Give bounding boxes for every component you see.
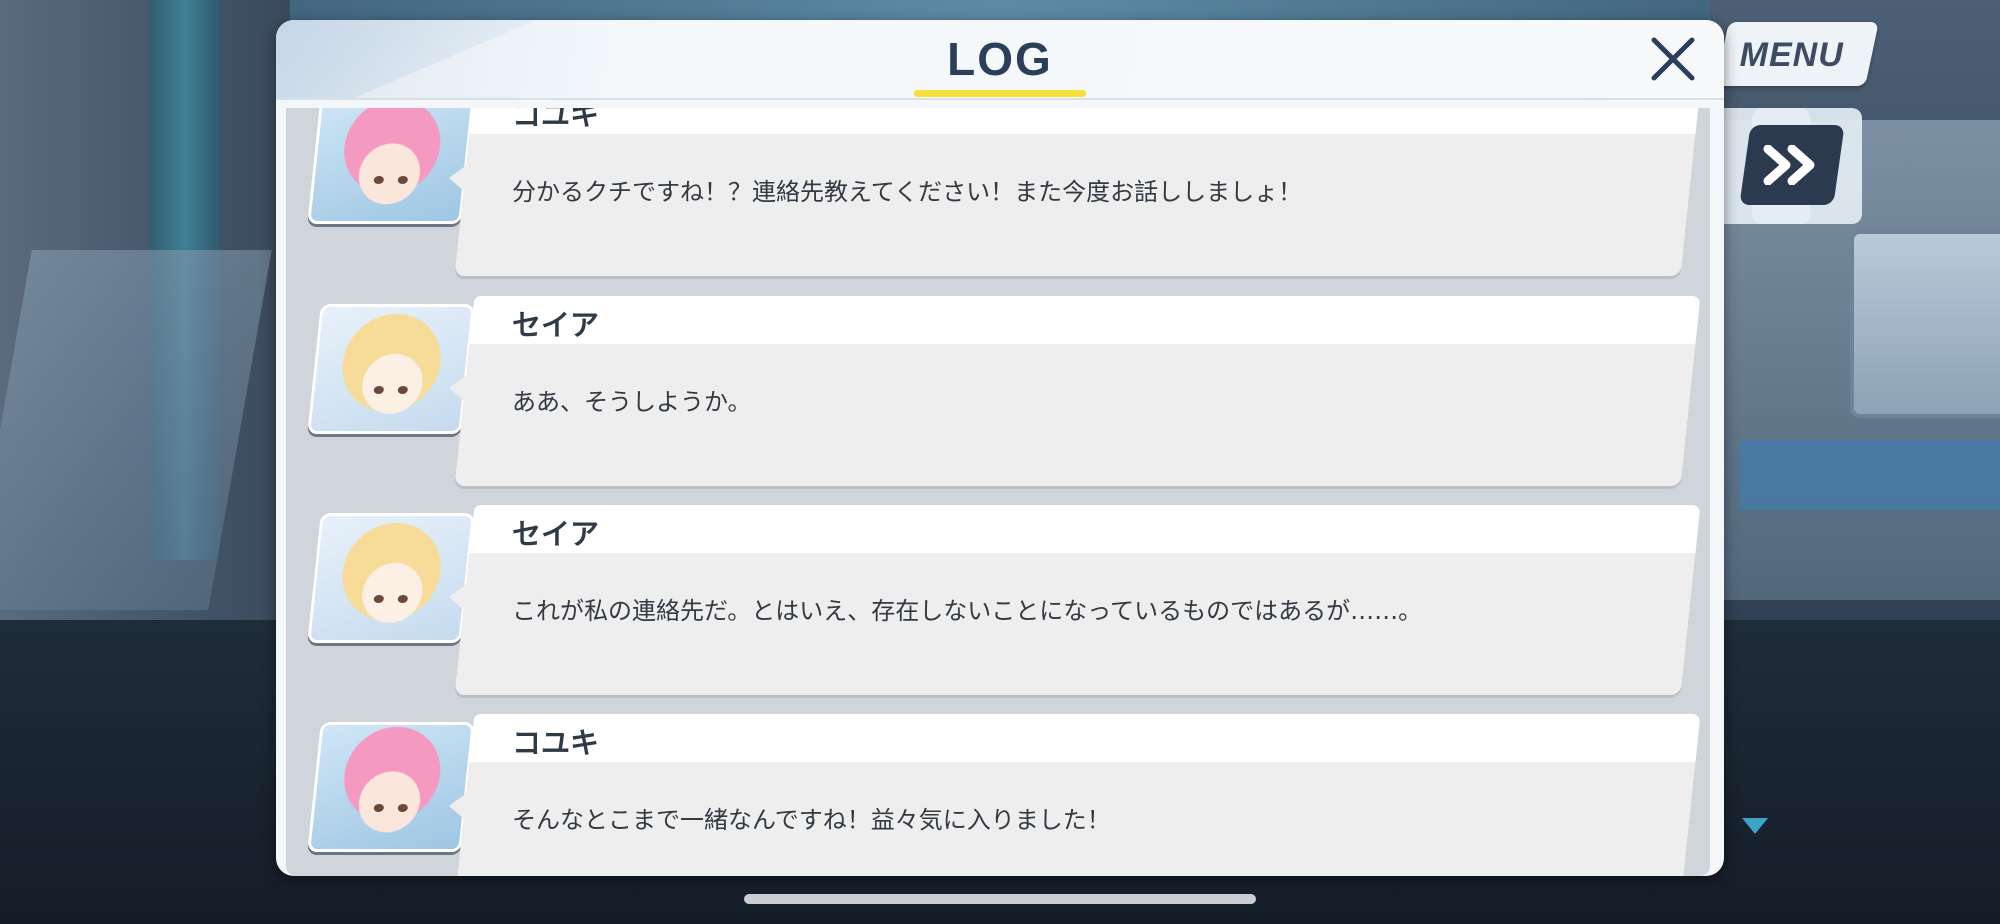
triangle-down-icon <box>1742 818 1768 834</box>
seia-portrait <box>307 304 475 434</box>
title-underline <box>914 90 1086 97</box>
log-entry: コユキ そんなとこまで一緒なんですね！益々気に入りました！ <box>286 714 1710 876</box>
log-title: LOG <box>947 33 1053 85</box>
home-indicator[interactable] <box>744 894 1256 904</box>
log-entry: セイア ああ、そうしようか。 <box>286 296 1710 506</box>
name-bar <box>469 714 1701 762</box>
right-screen <box>1850 230 2000 418</box>
seia-portrait <box>307 513 475 643</box>
fast-forward-button[interactable] <box>1739 125 1845 205</box>
speaker-name: コユキ <box>512 726 600 760</box>
dialogue-text: ああ、そうしようか。 <box>512 388 752 416</box>
dialogue-text: 分かるクチですね！？連絡先教えてください！また今度お話ししましょ！ <box>512 178 1303 206</box>
dialogue-text: そんなとこまで一緒なんですね！益々気に入りました！ <box>512 806 1111 834</box>
speaker-name: セイア <box>512 308 600 342</box>
log-entry: セイア これが私の連絡先だ。とはいえ、存在しないことになっているものではあるが…… <box>286 505 1710 715</box>
log-panel: LOG コユキ 分かるクチですね！？連絡先教えてください！また今度お話ししましょ… <box>276 20 1724 876</box>
log-header: LOG <box>276 20 1724 100</box>
log-entry: コユキ 分かるクチですね！？連絡先教えてください！また今度お話ししましょ！ <box>286 108 1710 296</box>
koyuki-portrait <box>307 722 475 852</box>
speaker-name: コユキ <box>512 108 600 132</box>
double-chevron-right-icon <box>1763 145 1815 185</box>
dialogue-text: これが私の連絡先だ。とはいえ、存在しないことになっているものではあるが……。 <box>512 597 1423 625</box>
name-bar <box>469 505 1701 553</box>
close-icon <box>1651 37 1695 81</box>
close-button[interactable] <box>1644 30 1702 88</box>
name-bar <box>469 108 1701 134</box>
bench <box>1740 440 2000 510</box>
speaker-name: セイア <box>512 517 600 551</box>
menu-button[interactable]: MENU <box>1715 22 1879 86</box>
menu-button-label: MENU <box>1739 36 1844 74</box>
name-bar <box>469 296 1701 344</box>
log-list[interactable]: コユキ 分かるクチですね！？連絡先教えてください！また今度お話ししましょ！ セイ… <box>286 108 1710 876</box>
